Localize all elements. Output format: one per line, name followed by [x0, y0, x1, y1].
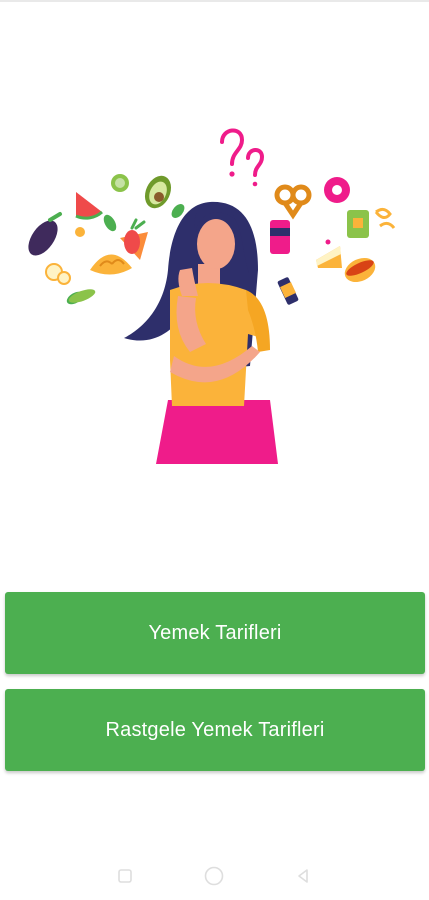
question-marks-icon: [220, 128, 265, 177]
status-bar-edge: [0, 0, 429, 2]
popcorn-icon: [45, 263, 71, 285]
pasta-icon: [374, 207, 396, 229]
soda-can-icon: [270, 220, 290, 254]
eggplant-icon: [28, 212, 62, 256]
recipes-button[interactable]: Yemek Tarifleri: [5, 592, 425, 674]
cake-slice-icon: [316, 246, 342, 268]
avocado-icon: [144, 175, 172, 209]
random-recipes-button[interactable]: Rastgele Yemek Tarifleri: [5, 689, 425, 771]
pepper-icon: [124, 230, 140, 254]
square-icon[interactable]: [114, 865, 136, 887]
system-navigation-bar: [0, 850, 429, 900]
triangle-back-icon[interactable]: [292, 865, 314, 887]
donut-icon: [324, 177, 350, 203]
woman-thinking-about-food-icon: [28, 128, 396, 464]
circle-icon[interactable]: [203, 865, 225, 887]
hero-illustration: [20, 120, 410, 470]
woman-figure-icon: [124, 201, 278, 464]
watermelon-slice-icon: [75, 192, 104, 220]
candy-bar-icon: [277, 277, 299, 305]
chips-bag-icon: [347, 210, 369, 238]
hotdog-icon: [344, 257, 376, 283]
croissant-icon: [90, 254, 132, 275]
pretzel-icon: [274, 184, 312, 220]
lime-icon: [111, 174, 129, 192]
yellow-dot-icon: [75, 227, 85, 237]
